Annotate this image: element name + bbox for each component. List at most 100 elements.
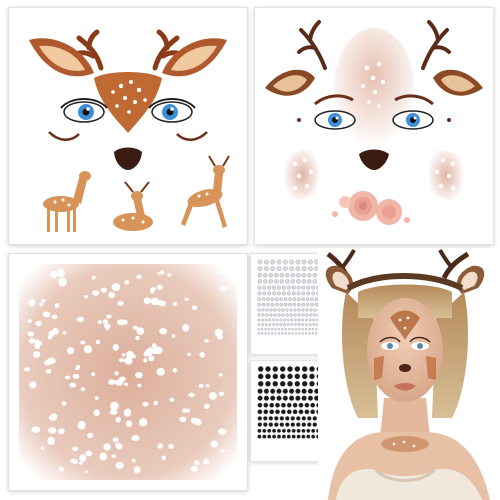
spot [218, 373, 223, 377]
spot [111, 454, 117, 458]
spot [93, 409, 100, 416]
spot [50, 270, 58, 279]
rhinestone [309, 308, 313, 312]
spot [24, 367, 30, 372]
rhinestone [263, 422, 268, 427]
spot [136, 327, 145, 335]
rhinestone [308, 266, 313, 272]
rhinestone [279, 323, 283, 327]
rhinestone [261, 318, 264, 322]
rhinestone [289, 266, 294, 272]
rhinestone [257, 388, 263, 394]
nose-icon [114, 147, 142, 170]
rhinestone [307, 388, 314, 394]
rhinestone [296, 416, 301, 421]
rhinestone [276, 266, 282, 272]
rhinestone [284, 332, 287, 335]
spot [61, 401, 67, 406]
spot [27, 319, 32, 323]
rhinestone [301, 332, 304, 335]
rhinestone [270, 259, 276, 265]
spot [115, 461, 124, 469]
rhinestone [291, 434, 296, 439]
rhinestone [296, 291, 301, 296]
spot [169, 397, 175, 402]
nose-icon [359, 149, 389, 170]
rhinestone [285, 416, 290, 421]
rhinestone [301, 395, 307, 401]
rhinestone [274, 297, 279, 302]
rhinestone [276, 388, 282, 394]
realistic-deer-face-sticker-sheet [254, 7, 494, 245]
rhinestone [301, 302, 306, 307]
rhinestone [274, 416, 279, 421]
rhinestone [288, 327, 291, 331]
spot [40, 446, 45, 450]
spot [136, 274, 142, 279]
eye-right-icon [148, 98, 196, 123]
rhinestone [312, 273, 317, 278]
cheek-spots-right [427, 146, 465, 204]
spot [125, 420, 133, 427]
rhinestone [290, 273, 295, 278]
spot [184, 297, 189, 301]
spot [119, 358, 125, 363]
rhinestone [281, 409, 286, 415]
rhinestone [294, 327, 298, 331]
spot [56, 268, 65, 277]
rhinestone [264, 332, 267, 335]
rhinestone [307, 395, 314, 401]
rhinestone [296, 428, 301, 433]
rhinestone [277, 285, 282, 290]
rhinestone [286, 291, 291, 296]
spot [110, 401, 119, 411]
spot [34, 339, 40, 346]
spot [103, 443, 111, 451]
spot [161, 455, 166, 461]
rhinestone [289, 313, 293, 317]
spot [214, 328, 223, 337]
spot [209, 392, 217, 400]
rhinestone [301, 291, 306, 296]
rhinestone [268, 279, 273, 284]
spot [133, 466, 141, 474]
spot [179, 416, 187, 422]
spot [58, 466, 65, 472]
spot [185, 408, 190, 413]
rhinestone [310, 409, 316, 415]
rhinestone [270, 395, 276, 401]
spot [66, 347, 75, 355]
eye-right-icon [392, 110, 434, 130]
spot [187, 352, 192, 356]
rhinestone [257, 302, 261, 307]
rhinestone [283, 297, 288, 302]
rhinestone [279, 416, 284, 421]
spot [84, 470, 89, 473]
spot [102, 319, 108, 325]
rhinestone [311, 428, 316, 433]
rhinestone [311, 332, 314, 335]
rhinestone [263, 402, 269, 408]
rhinestone [286, 318, 290, 322]
rhinestone [307, 279, 312, 284]
rhinestone [304, 409, 310, 415]
rhinestone [264, 327, 267, 331]
fawn-lying-icon [113, 181, 153, 231]
rhinestone [304, 402, 310, 408]
rhinestone [314, 327, 318, 331]
rhinestone [260, 327, 264, 331]
rhinestone [306, 434, 311, 439]
rhinestone [275, 409, 280, 415]
spot [47, 437, 55, 445]
rhinestone [292, 409, 298, 415]
rhinestone [257, 273, 263, 278]
rhinestone [272, 291, 277, 296]
rhinestone [294, 323, 297, 327]
rhinestone [257, 422, 263, 427]
rhinestone [301, 297, 306, 302]
spot [35, 320, 42, 327]
rhinestone [267, 291, 272, 296]
spot [112, 344, 120, 351]
rhinestone [301, 428, 306, 433]
rhinestone [285, 279, 290, 284]
